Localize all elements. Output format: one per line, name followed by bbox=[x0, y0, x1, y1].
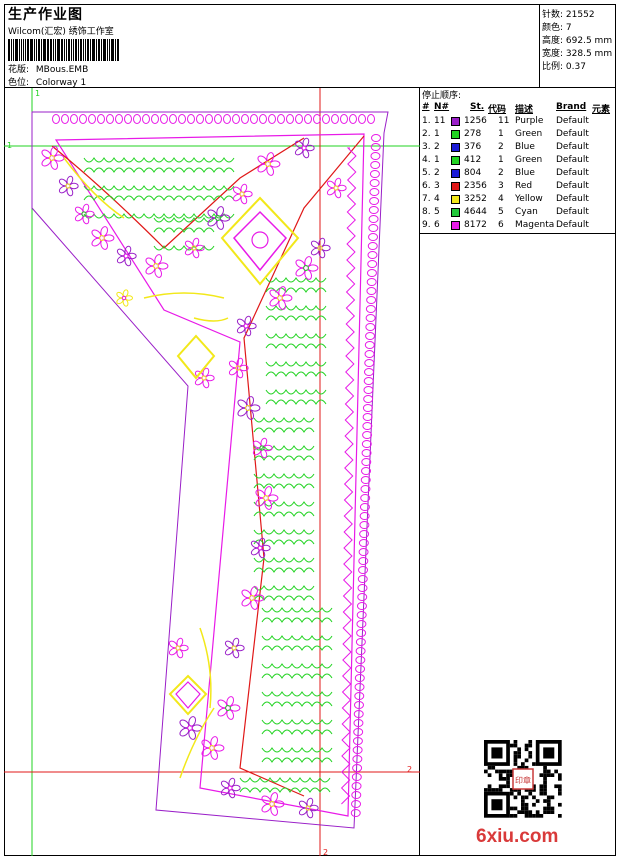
stat-colors: 颜色: 7 bbox=[542, 23, 572, 33]
stop-row: 5. 2 804 2 Blue Default bbox=[422, 168, 589, 178]
col-element: 元素 bbox=[592, 105, 611, 115]
panel-divider bbox=[420, 233, 616, 234]
qr-code: 印章 bbox=[484, 740, 562, 818]
col-desc: 描述 bbox=[515, 105, 534, 115]
stat-stitches: 针数: 21552 bbox=[542, 10, 595, 20]
stop-row: 6. 3 2356 3 Red Default bbox=[422, 181, 589, 191]
stat-scale: 比例: 0.37 bbox=[542, 62, 586, 72]
col-st: St. bbox=[470, 102, 485, 112]
stat-height: 高度: 692.5 mm bbox=[542, 36, 613, 46]
zigzag-border bbox=[340, 147, 357, 805]
stop-row: 7. 4 3252 4 Yellow Default bbox=[422, 194, 589, 204]
color-swatch bbox=[451, 221, 460, 230]
design-canvas: 1 1 2 2 bbox=[4, 88, 420, 856]
guide-label-top: 1 bbox=[35, 89, 40, 98]
stop-row: 2. 1 278 1 Green Default bbox=[422, 129, 589, 139]
guide-label-left: 1 bbox=[7, 141, 12, 150]
barcode bbox=[8, 39, 120, 61]
stat-width: 宽度: 328.5 mm bbox=[542, 49, 613, 59]
stop-row: 4. 1 412 1 Green Default bbox=[422, 155, 589, 165]
design-line: 花版: MBous.EMB bbox=[8, 62, 88, 75]
color-swatch bbox=[451, 169, 460, 178]
page-title: 生产作业图 bbox=[8, 7, 83, 23]
color-swatch bbox=[451, 156, 460, 165]
col-brand: Brand bbox=[556, 102, 587, 112]
stop-row: 8. 5 4644 5 Cyan Default bbox=[422, 207, 589, 217]
design-value: MBous.EMB bbox=[35, 65, 89, 75]
colorway-label: 色位: bbox=[8, 78, 30, 88]
stop-table-header: # N# St. 代码 描述 Brand 元素 bbox=[420, 102, 616, 115]
colorway-line: 色位: Colorway 1 bbox=[8, 75, 86, 88]
col-code: 代码 bbox=[488, 105, 507, 115]
col-num: # bbox=[422, 102, 430, 112]
guide-label-bottom: 2 bbox=[323, 848, 328, 856]
studio-subtitle: Wilcom(汇宏) 绣饰工作室 bbox=[8, 27, 114, 37]
stop-sequence-title: 停止顺序: bbox=[422, 91, 462, 101]
color-swatch bbox=[451, 208, 460, 217]
col-n: N# bbox=[434, 102, 450, 112]
header-left: 生产作业图 Wilcom(汇宏) 绣饰工作室 花版: MBous.EMB 色位:… bbox=[4, 4, 540, 88]
design-label: 花版: bbox=[8, 65, 30, 75]
color-swatch bbox=[451, 117, 460, 126]
front-band bbox=[239, 135, 365, 797]
guide-label-right: 2 bbox=[407, 765, 412, 774]
color-swatch bbox=[451, 195, 460, 204]
embroidery-preview: 1 1 2 2 bbox=[4, 88, 420, 856]
color-swatch bbox=[451, 143, 460, 152]
color-swatch bbox=[451, 182, 460, 191]
svg-text:印章: 印章 bbox=[515, 775, 531, 785]
stop-sequence-panel: 停止顺序: # N# St. 代码 描述 Brand 元素 1. 11 1256 11… bbox=[420, 88, 616, 856]
stop-row: 3. 2 376 2 Blue Default bbox=[422, 142, 589, 152]
stop-row: 1. 11 1256 11 Purple Default bbox=[422, 116, 589, 126]
site-watermark: 6xiu.com bbox=[476, 826, 559, 847]
stop-row: 9. 6 8172 6 Magenta Default bbox=[422, 220, 589, 230]
color-swatch bbox=[451, 130, 460, 139]
header-stats: 针数: 21552 颜色: 7 高度: 692.5 mm 宽度: 328.5 m… bbox=[540, 4, 616, 88]
colorway-value: Colorway 1 bbox=[35, 78, 87, 88]
